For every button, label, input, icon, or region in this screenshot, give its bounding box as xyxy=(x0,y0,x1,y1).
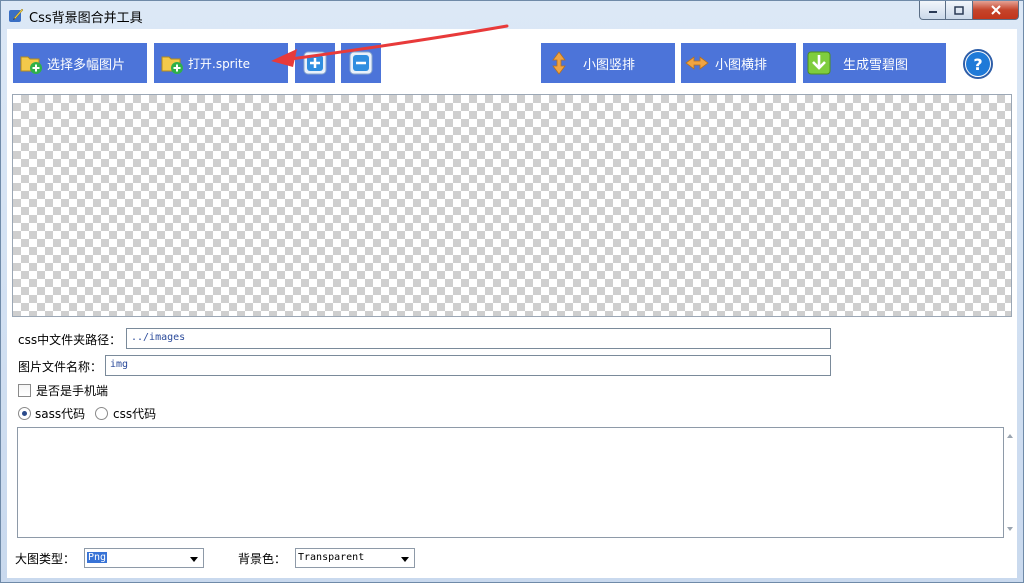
title-bar[interactable]: Css背景图合并工具 xyxy=(1,1,1023,29)
horizontal-arrows-icon xyxy=(685,56,709,70)
folder-path-input[interactable]: ../images xyxy=(126,328,831,349)
code-output-scrollbar[interactable] xyxy=(1005,427,1015,538)
chevron-down-icon xyxy=(187,553,201,565)
maximize-icon xyxy=(954,5,964,15)
sprite-preview-canvas[interactable] xyxy=(12,94,1012,317)
select-images-label: 选择多幅图片 xyxy=(47,57,126,73)
close-button[interactable] xyxy=(973,1,1019,20)
remove-button[interactable] xyxy=(341,43,381,83)
plus-icon xyxy=(303,51,327,75)
image-type-label: 大图类型： xyxy=(15,552,76,566)
mobile-checkbox-label: 是否是手机端 xyxy=(36,384,109,398)
help-button[interactable]: ? xyxy=(963,49,993,79)
css-radio[interactable] xyxy=(95,407,108,420)
image-type-select[interactable]: Png xyxy=(84,548,204,568)
chevron-down-icon xyxy=(398,553,412,565)
scroll-down-icon xyxy=(1007,527,1013,531)
sass-radio-label: sass代码 xyxy=(35,407,86,421)
vertical-arrows-icon xyxy=(552,51,566,75)
folder-add-icon xyxy=(20,56,42,74)
image-type-value: Png xyxy=(87,552,108,563)
window-title: Css背景图合并工具 xyxy=(29,11,143,26)
generate-sprite-button[interactable]: 生成雪碧图 xyxy=(803,43,946,83)
minimize-icon xyxy=(928,11,937,13)
main-panel: 选择多幅图片 打开.sprite 小图竖排 小图横排 生成雪碧图 ? css中文… xyxy=(7,29,1017,578)
select-images-button[interactable]: 选择多幅图片 xyxy=(13,43,147,83)
open-sprite-button[interactable]: 打开.sprite xyxy=(154,43,288,83)
horizontal-layout-button[interactable]: 小图横排 xyxy=(681,43,796,83)
folder-add-icon xyxy=(161,56,183,74)
minus-icon xyxy=(349,51,373,75)
generate-sprite-label: 生成雪碧图 xyxy=(843,57,909,73)
code-output-textarea[interactable] xyxy=(17,427,1004,538)
app-icon xyxy=(9,8,24,22)
background-color-value: Transparent xyxy=(298,552,365,563)
folder-path-label: css中文件夹路径： xyxy=(18,333,122,347)
help-icon: ? xyxy=(966,52,990,76)
sass-radio[interactable] xyxy=(18,407,31,420)
background-color-select[interactable]: Transparent xyxy=(295,548,415,568)
file-name-label: 图片文件名称： xyxy=(18,360,103,374)
download-icon xyxy=(807,51,831,75)
scroll-up-icon xyxy=(1007,434,1013,438)
open-sprite-label: 打开.sprite xyxy=(188,56,251,71)
add-button[interactable] xyxy=(295,43,335,83)
vertical-layout-label: 小图竖排 xyxy=(583,57,636,73)
close-icon xyxy=(990,5,1001,15)
app-window: Css背景图合并工具 选择多幅图片 打开.sprite 小图竖排 小图横排 生成… xyxy=(0,0,1024,583)
css-radio-label: css代码 xyxy=(113,407,157,421)
file-name-input[interactable]: img xyxy=(105,355,831,376)
maximize-button[interactable] xyxy=(946,1,973,20)
minimize-button[interactable] xyxy=(919,1,946,20)
horizontal-layout-label: 小图横排 xyxy=(715,57,768,73)
vertical-layout-button[interactable]: 小图竖排 xyxy=(541,43,675,83)
background-color-label: 背景色： xyxy=(238,552,287,566)
mobile-checkbox[interactable] xyxy=(18,384,31,397)
